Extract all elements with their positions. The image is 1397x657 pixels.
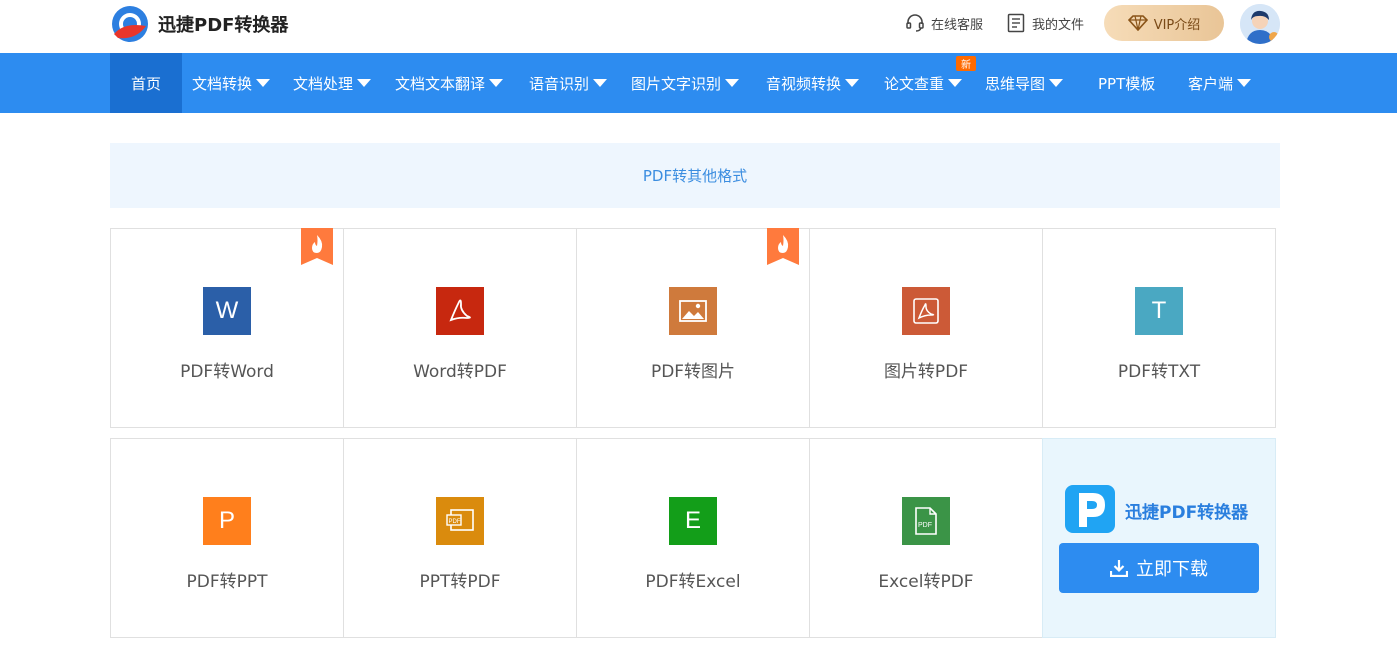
acrobat-icon xyxy=(436,287,484,335)
avatar-icon xyxy=(1240,4,1280,44)
nav-item-label: 思维导图 xyxy=(985,74,1046,93)
nav-item-label: 客户端 xyxy=(1188,74,1234,93)
site-header: 迅捷PDF转换器 在线客服 我的文件 VIP介绍 xyxy=(0,0,1397,53)
my-files-label: 我的文件 xyxy=(1032,17,1085,33)
user-avatar[interactable] xyxy=(1240,4,1280,44)
chevron-down-icon xyxy=(948,79,963,87)
chevron-down-icon xyxy=(845,79,860,87)
ppt-pdf-icon: PDF xyxy=(436,497,484,545)
excel-icon: E xyxy=(669,497,717,545)
svg-text:PDF: PDF xyxy=(918,522,932,529)
section-title: PDF转其他格式 xyxy=(110,143,1280,208)
tool-pdf-to-excel[interactable]: E PDF转Excel xyxy=(576,438,810,638)
powerpoint-icon: P xyxy=(203,497,251,545)
tool-excel-to-pdf[interactable]: PDF Excel转PDF xyxy=(809,438,1043,638)
tool-word-to-pdf[interactable]: Word转PDF xyxy=(343,228,577,428)
nav-item-label: 文档处理 xyxy=(293,74,354,93)
tool-ppt-to-pdf[interactable]: PDF PPT转PDF xyxy=(343,438,577,638)
nav-item-label: 语音识别 xyxy=(529,74,590,93)
tool-grid-row-2: P PDF转PPT PDF PPT转PDF E PDF转Excel PDF Ex… xyxy=(110,438,1280,638)
nav-item-speech[interactable]: 语音识别 xyxy=(529,53,608,113)
headset-icon xyxy=(906,14,924,32)
main-nav: 首页 文档转换 文档处理 文档文本翻译 语音识别 图片文字识别 音视频转换 论文… xyxy=(0,53,1397,113)
document-icon xyxy=(1007,13,1025,33)
nav-item-media[interactable]: 音视频转换 xyxy=(766,53,860,113)
app-logo-icon xyxy=(1065,485,1115,533)
tool-pdf-to-ppt[interactable]: P PDF转PPT xyxy=(110,438,344,638)
tool-pdf-to-image[interactable]: PDF转图片 xyxy=(576,228,810,428)
download-button[interactable]: 立即下载 xyxy=(1059,543,1259,593)
nav-item-label: 首页 xyxy=(130,74,161,93)
tool-label: 图片转PDF xyxy=(883,362,969,382)
tool-label: PDF转PPT xyxy=(186,572,268,592)
my-files-link[interactable]: 我的文件 xyxy=(1006,13,1084,33)
nav-item-ppt-templates[interactable]: PPT模板 xyxy=(1098,53,1155,113)
vip-intro-button[interactable]: VIP介绍 xyxy=(1104,5,1224,41)
download-promo: 迅捷PDF转换器 立即下载 xyxy=(1042,438,1276,638)
chevron-down-icon xyxy=(489,79,504,87)
nav-item-client[interactable]: 客户端 xyxy=(1188,53,1252,113)
nav-item-mindmap[interactable]: 思维导图 xyxy=(985,53,1064,113)
nav-item-ocr[interactable]: 图片文字识别 xyxy=(631,53,740,113)
brand-name: 迅捷PDF转换器 xyxy=(158,15,289,36)
nav-item-label: 图片文字识别 xyxy=(631,74,722,93)
nav-item-label: 文档文本翻译 xyxy=(395,74,486,93)
download-icon xyxy=(1110,560,1128,577)
new-badge: 新 xyxy=(956,56,976,71)
tool-label: PDF转Excel xyxy=(645,572,741,592)
tool-grid-row-1: W PDF转Word Word转PDF PDF转图片 图片转PDF T PDF转… xyxy=(110,228,1280,428)
nav-item-doc-process[interactable]: 文档处理 xyxy=(293,53,372,113)
nav-item-doc-convert[interactable]: 文档转换 xyxy=(192,53,271,113)
diamond-icon xyxy=(1127,15,1148,31)
chevron-down-icon xyxy=(256,79,271,87)
chevron-down-icon xyxy=(1237,79,1252,87)
nav-item-home[interactable]: 首页 xyxy=(110,53,182,113)
excel-pdf-icon: PDF xyxy=(902,497,950,545)
tool-label: PDF转TXT xyxy=(1117,362,1201,382)
vip-intro-label: VIP介绍 xyxy=(1153,17,1201,33)
brand-logo[interactable]: 迅捷PDF转换器 xyxy=(110,4,288,44)
nav-item-plagiarism[interactable]: 论文查重 xyxy=(884,53,963,113)
nav-item-translate[interactable]: 文档文本翻译 xyxy=(395,53,504,113)
nav-item-label: 音视频转换 xyxy=(766,74,842,93)
svg-text:PDF: PDF xyxy=(449,519,461,525)
tool-pdf-to-txt[interactable]: T PDF转TXT xyxy=(1042,228,1276,428)
promo-title: 迅捷PDF转换器 xyxy=(1125,503,1249,523)
tool-label: PPT转PDF xyxy=(419,572,501,592)
hot-flame-icon xyxy=(301,228,333,265)
tool-label: PDF转图片 xyxy=(650,362,736,382)
image-icon xyxy=(669,287,717,335)
download-label: 立即下载 xyxy=(1136,559,1208,580)
hot-flame-icon xyxy=(767,228,799,265)
online-support-link[interactable]: 在线客服 xyxy=(905,13,983,33)
nav-item-label: 文档转换 xyxy=(192,74,253,93)
tool-pdf-to-word[interactable]: W PDF转Word xyxy=(110,228,344,428)
nav-item-label: PPT模板 xyxy=(1098,74,1156,93)
text-icon: T xyxy=(1135,287,1183,335)
tool-label: Excel转PDF xyxy=(878,572,974,592)
tool-image-to-pdf[interactable]: 图片转PDF xyxy=(809,228,1043,428)
tool-label: Word转PDF xyxy=(413,362,507,382)
chevron-down-icon xyxy=(593,79,608,87)
brand-logo-icon xyxy=(112,6,148,42)
chevron-down-icon xyxy=(1049,79,1064,87)
tool-label: PDF转Word xyxy=(180,362,274,382)
chevron-down-icon xyxy=(357,79,372,87)
online-support-label: 在线客服 xyxy=(931,17,984,33)
word-icon: W xyxy=(203,287,251,335)
nav-item-label: 论文查重 xyxy=(884,74,945,93)
chevron-down-icon xyxy=(725,79,740,87)
acrobat-icon xyxy=(902,287,950,335)
